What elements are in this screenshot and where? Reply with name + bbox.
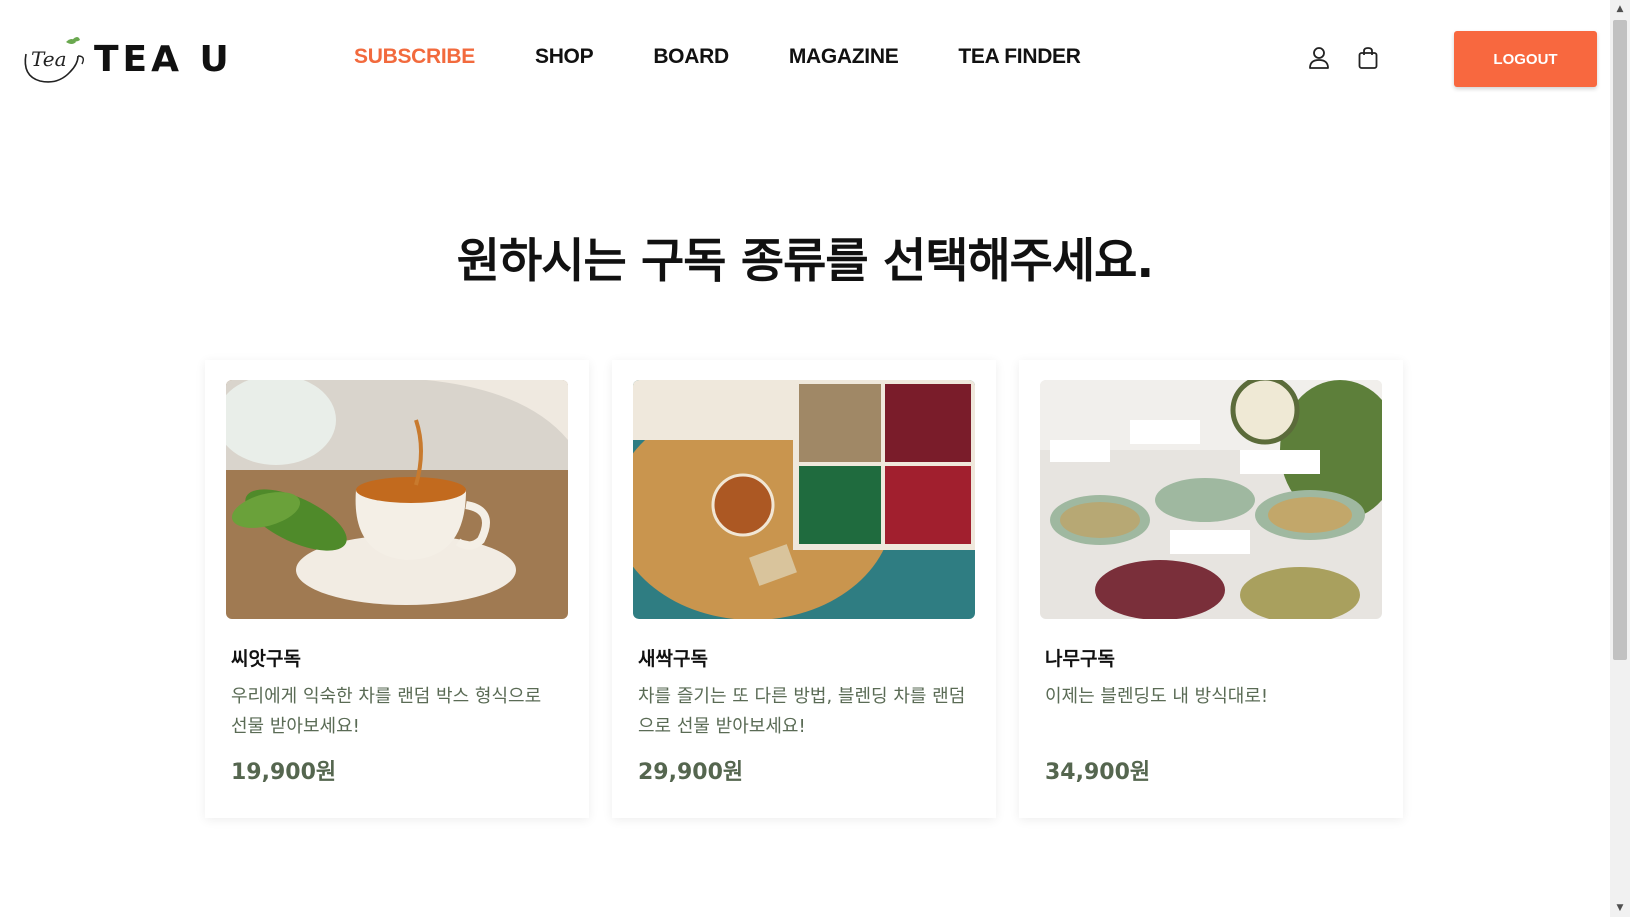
nav-item-shop[interactable]: SHOP: [535, 42, 594, 72]
subscription-card-sprout[interactable]: 새싹구독 차를 즐기는 또 다른 방법, 블렌딩 차를 랜덤으로 선물 받아보세…: [612, 360, 996, 818]
scroll-thumb[interactable]: [1613, 20, 1627, 660]
cart-button[interactable]: [1353, 43, 1383, 73]
page-title: 원하시는 구독 종류를 선택해주세요.: [456, 234, 1155, 289]
card-price: 19,900원: [231, 760, 337, 785]
card-description: 우리에게 익숙한 차를 랜덤 박스 형식으로 선물 받아보세요!: [231, 686, 542, 737]
card-price: 29,900원: [638, 760, 744, 785]
subscription-card-tree[interactable]: 나무구독 이제는 블렌딩도 내 방식대로! 34,900원: [1019, 360, 1403, 818]
logout-button[interactable]: LOGOUT: [1454, 31, 1597, 87]
nav-item-subscribe[interactable]: SUBSCRIBE: [354, 42, 475, 72]
scroll-down-icon[interactable]: ▼: [1610, 899, 1630, 917]
card-description: 이제는 블렌딩도 내 방식대로!: [1045, 686, 1269, 707]
user-icon: [1309, 47, 1329, 69]
subscription-card-seed[interactable]: 씨앗구독 우리에게 익숙한 차를 랜덤 박스 형식으로 선물 받아보세요! 19…: [205, 360, 589, 818]
card-title: 나무구독: [1045, 648, 1115, 670]
teacup-logo-icon: Tea: [24, 37, 85, 83]
logo[interactable]: Tea TEA U: [20, 34, 233, 86]
scroll-up-icon[interactable]: ▲: [1610, 0, 1630, 18]
subscription-card-list: 씨앗구독 우리에게 익숙한 차를 랜덤 박스 형식으로 선물 받아보세요! 19…: [205, 360, 1403, 818]
svg-text:Tea: Tea: [31, 47, 67, 71]
vertical-scrollbar[interactable]: ▲ ▼: [1610, 0, 1630, 917]
teacup-pouring-image: [226, 380, 568, 619]
card-price: 34,900원: [1045, 760, 1151, 785]
card-description: 차를 즐기는 또 다른 방법, 블렌딩 차를 랜덤으로 선물 받아보세요!: [638, 686, 966, 737]
site-header: Tea TEA U SUBSCRIBE SHOP BOARD MAGAZINE …: [0, 0, 1610, 118]
main-nav: SUBSCRIBE SHOP BOARD MAGAZINE TEA FINDER: [354, 42, 1141, 72]
card-title: 씨앗구독: [231, 648, 301, 670]
tea-jars-image: [1040, 380, 1382, 619]
nav-item-tea-finder[interactable]: TEA FINDER: [958, 42, 1081, 72]
nav-item-magazine[interactable]: MAGAZINE: [789, 42, 899, 72]
nav-item-board[interactable]: BOARD: [653, 42, 729, 72]
shopping-bag-icon: [1358, 47, 1378, 69]
logo-text: TEA U: [94, 39, 233, 80]
tea-box-image: [633, 380, 975, 619]
user-account-button[interactable]: [1304, 43, 1334, 73]
card-title: 새싹구독: [638, 648, 708, 670]
